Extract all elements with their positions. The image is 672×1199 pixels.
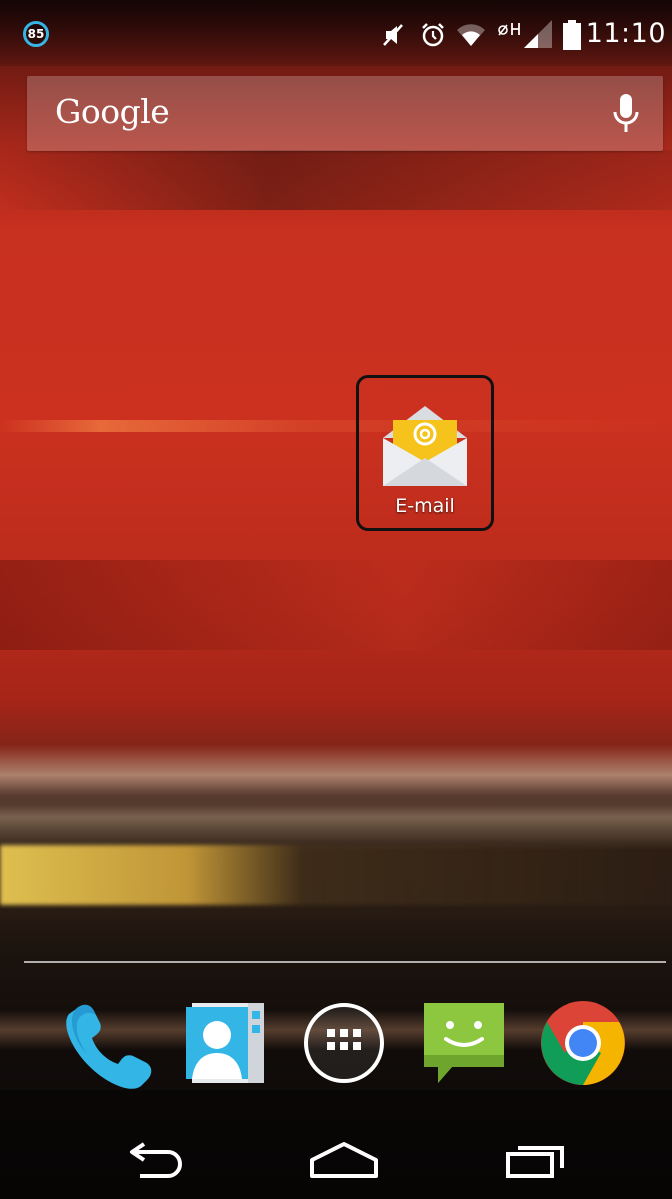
contacts-icon: [186, 1003, 264, 1083]
nav-back-button[interactable]: [112, 1135, 202, 1185]
battery-icon: [563, 20, 581, 50]
chrome-icon: [541, 1001, 625, 1085]
dock-chrome[interactable]: [535, 995, 631, 1091]
email-app-label: E-mail: [395, 495, 455, 517]
back-icon: [130, 1142, 182, 1178]
dock-messaging[interactable]: [414, 995, 510, 1091]
google-logo: Google: [55, 92, 170, 131]
recents-icon: [506, 1146, 564, 1178]
home-icon: [310, 1142, 378, 1178]
dock-phone[interactable]: [60, 995, 156, 1091]
home-screen: 85 11:10 Google E-mail: [0, 0, 672, 1199]
dock-divider: [24, 961, 666, 963]
messaging-icon: [424, 1003, 504, 1083]
email-icon: [383, 406, 467, 486]
data-icon: [498, 23, 520, 36]
google-search-bar[interactable]: Google: [27, 76, 663, 151]
mic-icon[interactable]: [611, 92, 641, 136]
nav-home-button[interactable]: [299, 1135, 389, 1185]
mute-icon: [383, 24, 403, 46]
dock-contacts[interactable]: [178, 995, 274, 1091]
email-app-shortcut[interactable]: E-mail: [356, 375, 494, 531]
dock-app-drawer[interactable]: [296, 995, 392, 1091]
wifi-icon: [457, 24, 485, 46]
app-drawer-icon: [304, 1003, 384, 1083]
signal-icon: [524, 20, 552, 48]
alarm-icon: [422, 23, 444, 47]
notification-count-icon: 85: [23, 21, 49, 47]
notification-count: 85: [27, 27, 45, 41]
phone-icon: [66, 1004, 152, 1089]
nav-recents-button[interactable]: [490, 1135, 580, 1185]
clock: 11:10: [585, 18, 666, 49]
status-bar[interactable]: 85 11:10: [0, 0, 672, 66]
